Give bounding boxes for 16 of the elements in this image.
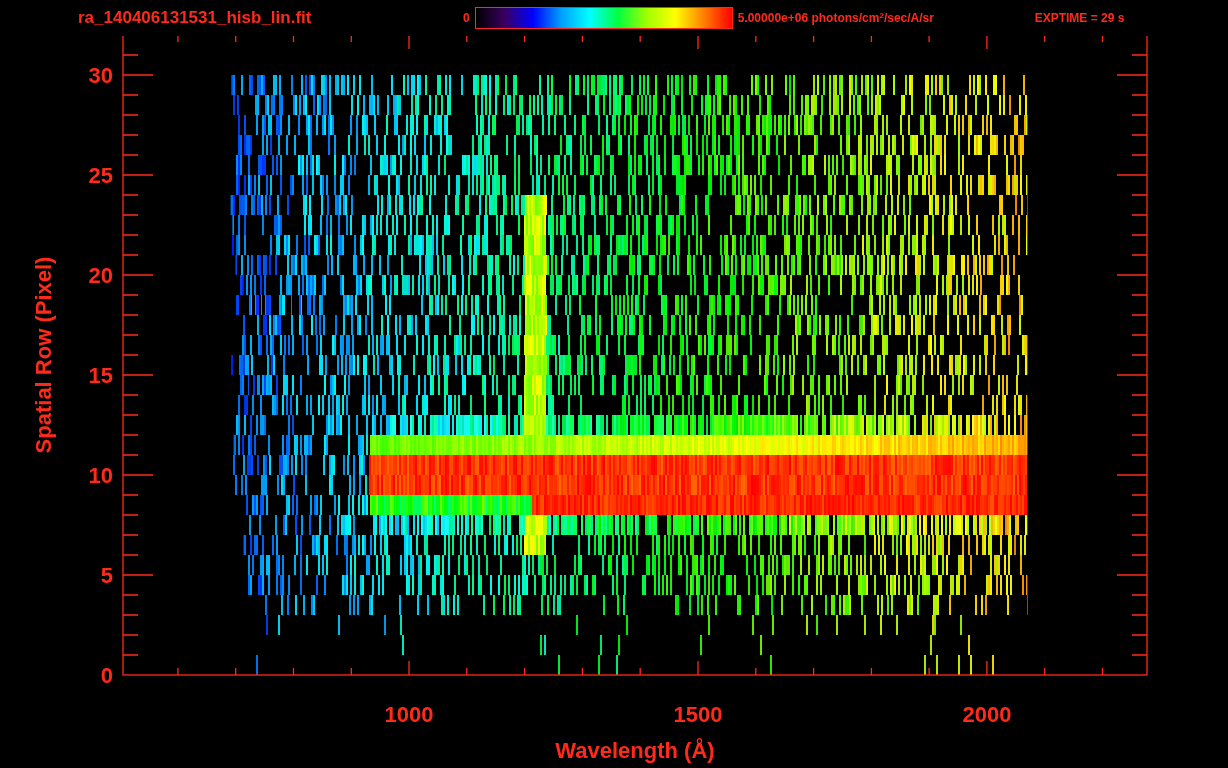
y-tick-label: 30 [88,63,113,88]
x-axis-title: Wavelength (Å) [555,738,715,763]
y-tick-label: 5 [100,563,113,588]
x-tick-label: 2000 [962,702,1012,727]
colorbar-max-label: 5.00000e+06 photons/cm$^{2}$/sec/A/sr [737,10,935,27]
exposure-time: EXPTIME = 29 s [1034,10,1125,27]
file-name: ra_140406131531_hisb_lin.fit [78,7,313,30]
y-tick-label: 10 [88,463,113,488]
y-tick-label: 25 [88,163,113,188]
x-tick-label: 1500 [673,702,723,727]
y-tick-label: 15 [88,363,113,388]
y-tick-label: 20 [88,263,113,288]
y-tick-label: 0 [100,663,113,688]
x-tick-label: 1000 [384,702,434,727]
colorbar-min-label: 0 [463,10,470,27]
y-axis-title: Spatial Row (Pixel) [31,256,56,454]
